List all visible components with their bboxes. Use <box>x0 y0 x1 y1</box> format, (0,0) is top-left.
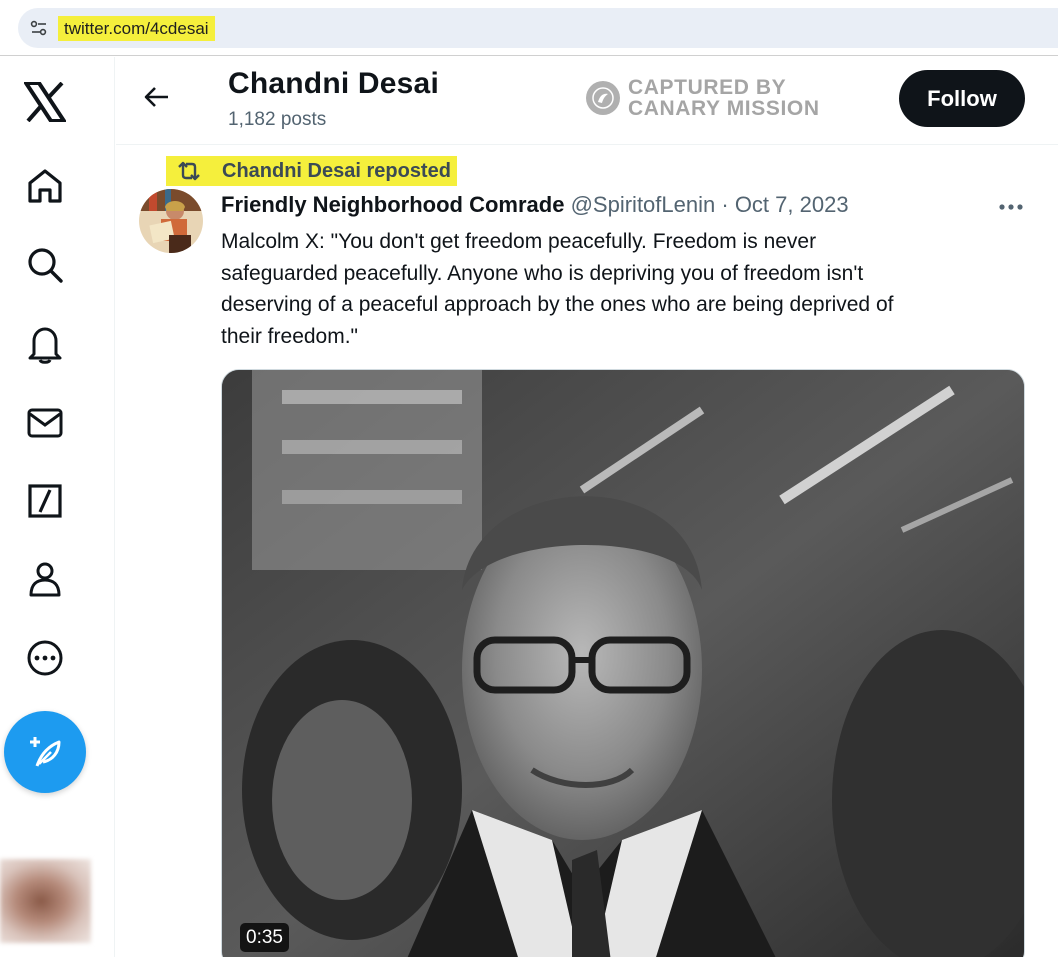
compose-post-button[interactable] <box>4 711 86 793</box>
mail-icon[interactable] <box>22 400 68 446</box>
separator: · <box>721 192 729 217</box>
profile-header: Chandni Desai 1,182 posts CAPTURED BY CA… <box>116 57 1058 145</box>
repost-indicator[interactable]: Chandni Desai reposted <box>166 156 457 186</box>
repost-icon <box>178 161 200 181</box>
post-text: Malcolm X: "You don't get freedom peacef… <box>221 230 894 348</box>
profile-name: Chandni Desai <box>228 67 439 100</box>
browser-address-bar: twitter.com/4cdesai <box>0 0 1058 56</box>
grok-icon[interactable] <box>22 478 68 524</box>
home-icon[interactable] <box>22 163 68 209</box>
post-author-avatar[interactable] <box>139 189 203 253</box>
watermark-line-2: CANARY MISSION <box>628 97 820 120</box>
video-duration: 0:35 <box>240 923 289 952</box>
feather-plus-icon <box>30 737 61 767</box>
post-date[interactable]: Oct 7, 2023 <box>735 192 849 217</box>
search-icon[interactable] <box>22 242 68 288</box>
profile-icon[interactable] <box>22 556 68 602</box>
back-arrow-icon <box>144 87 168 107</box>
repost-label: Chandni Desai reposted <box>222 159 451 182</box>
follow-button[interactable]: Follow <box>899 70 1025 127</box>
back-button[interactable] <box>136 77 176 117</box>
watermark-line-1: CAPTURED BY <box>628 76 787 99</box>
video-frame <box>222 370 1024 957</box>
post-more-button[interactable] <box>996 194 1026 220</box>
x-logo-icon[interactable] <box>22 79 68 125</box>
url-text: twitter.com/4cdesai <box>58 16 215 41</box>
author-name[interactable]: Friendly Neighborhood Comrade <box>221 192 564 217</box>
canary-mission-watermark: CAPTURED BY CANARY MISSION <box>586 77 820 119</box>
post-header: Friendly Neighborhood Comrade @SpiritofL… <box>221 192 849 218</box>
post-count: 1,182 posts <box>228 109 327 130</box>
author-handle[interactable]: @SpiritofLenin <box>571 192 716 217</box>
left-navigation <box>0 57 115 957</box>
bell-icon[interactable] <box>22 321 68 367</box>
canary-seal-icon <box>586 81 620 115</box>
site-settings-icon[interactable] <box>30 19 48 37</box>
post-video[interactable] <box>221 369 1025 957</box>
url-field[interactable]: twitter.com/4cdesai <box>18 8 1058 48</box>
more-circle-icon[interactable] <box>22 635 68 681</box>
account-avatar[interactable] <box>0 859 91 943</box>
more-dots-icon <box>999 204 1023 210</box>
